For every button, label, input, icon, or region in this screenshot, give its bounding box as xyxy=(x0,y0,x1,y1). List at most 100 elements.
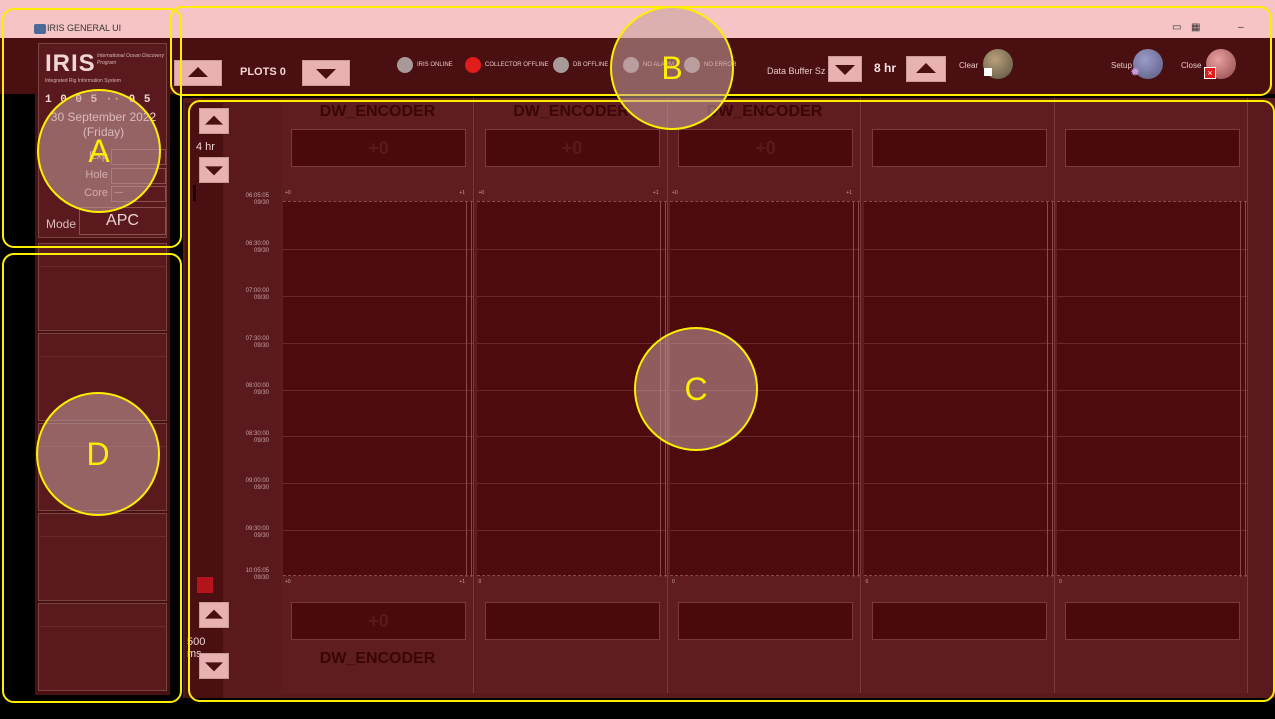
tick-date: 09/30 xyxy=(253,342,269,349)
plot-canvas[interactable] xyxy=(863,201,1054,577)
time-tick-label: 10:05:05 09/30 xyxy=(229,568,269,582)
plot-marker-line xyxy=(858,202,859,577)
grid-line xyxy=(670,436,860,438)
mode-value[interactable]: APC xyxy=(79,207,166,235)
bottom-scale-min-label: +0 xyxy=(285,579,291,585)
close-button[interactable]: × xyxy=(1204,49,1236,79)
tick-date: 09/30 xyxy=(253,485,269,491)
plot-marker-line xyxy=(1046,202,1048,577)
top-value-box: +0 xyxy=(678,129,853,167)
scrollbar[interactable] xyxy=(193,185,196,201)
field-label: Hole xyxy=(85,169,108,181)
plot-column[interactable]: DW_ENCODER +0 +0 +1 0 xyxy=(474,98,668,693)
grid-line xyxy=(670,248,860,250)
field-label: Core xyxy=(84,187,108,199)
exp-field[interactable] xyxy=(111,149,166,165)
plots-down-button[interactable] xyxy=(302,60,350,86)
status-led-icon xyxy=(684,57,700,73)
setup-button[interactable]: ✹ xyxy=(1130,49,1163,79)
time-tick-label: 07:30:00 09/30 xyxy=(229,336,269,350)
refresh-up-button[interactable] xyxy=(199,602,229,628)
grid-line xyxy=(476,342,667,344)
grid-line xyxy=(283,295,473,297)
refresh-down-button[interactable] xyxy=(199,653,229,679)
close-icon: × xyxy=(1204,67,1216,79)
tick-time: 09:30:00 xyxy=(245,525,269,532)
time-tick-label: 09:30:00 09/30 xyxy=(229,526,269,540)
widget-slot[interactable] xyxy=(38,603,167,691)
time-range-label: 4 hr xyxy=(196,141,215,153)
plots-up-button[interactable] xyxy=(174,60,222,86)
grid-line xyxy=(476,530,667,532)
buffer-down-button[interactable] xyxy=(828,56,862,82)
widget-slot[interactable] xyxy=(38,333,167,421)
plot-column[interactable]: DW_ENCODER +0 +0 +1 0 xyxy=(668,98,861,693)
data-buffer-label: Data Buffer Sz xyxy=(767,66,826,76)
restore-icon[interactable]: ▭ xyxy=(1172,22,1181,33)
up-arrow-icon xyxy=(205,115,223,125)
left-panel: IRIS International Ocean Discovery Progr… xyxy=(35,40,170,695)
time-range-down-button[interactable] xyxy=(199,157,229,183)
scale-min-label: +0 xyxy=(672,190,678,196)
plot-canvas[interactable] xyxy=(670,201,860,577)
app-icon xyxy=(34,24,46,34)
plot-column[interactable]: DW_ENCODER +0 +0 +1 +0 +1 +0 DW_ENCODER xyxy=(281,98,474,693)
widget-slot[interactable] xyxy=(38,423,167,511)
core-field[interactable]: --- xyxy=(111,186,166,202)
bottom-scale-max-label: +1 xyxy=(459,579,465,585)
down-arrow-icon xyxy=(835,65,855,75)
logo-subtitle: International Ocean Discovery Program xyxy=(97,53,164,66)
plot-marker-line xyxy=(471,202,472,577)
bottom-value-box xyxy=(871,602,1047,640)
record-indicator[interactable] xyxy=(197,577,213,593)
app-window: IRIS GENERAL UI ▭ ▦ – PLOTS 0 IRIS ONLIN… xyxy=(0,0,1275,719)
grid-line xyxy=(476,389,667,391)
bottom-scale-min-label: 0 xyxy=(1059,579,1062,585)
status-label: COLLECTOR OFFLINE xyxy=(485,62,549,68)
setup-label: Setup xyxy=(1111,61,1132,70)
scale-min-label: +0 xyxy=(285,190,291,196)
status-db: DB OFFLINE xyxy=(553,57,608,73)
time-tick-label: 08:00:00 09/30 xyxy=(229,383,269,397)
plot-canvas[interactable] xyxy=(283,201,473,577)
bottom-value-box xyxy=(678,602,853,640)
widget-slot[interactable] xyxy=(38,513,167,601)
buffer-up-button[interactable] xyxy=(906,56,946,82)
grid-line xyxy=(863,389,1054,391)
tick-date: 09/30 xyxy=(253,532,269,539)
widget-slot[interactable] xyxy=(38,243,167,331)
plot-column[interactable]: 0 xyxy=(861,98,1055,693)
grid-line xyxy=(283,342,473,344)
time-range-up-button[interactable] xyxy=(199,108,229,134)
tick-date: 09/30 xyxy=(253,437,269,444)
tick-time: 09:00:00 xyxy=(245,478,269,484)
clear-button[interactable] xyxy=(983,49,1013,79)
clear-label: Clear xyxy=(959,61,979,70)
keyboard-icon[interactable]: ▦ xyxy=(1191,22,1200,33)
field-core: Core --- xyxy=(39,186,168,202)
plot-time-controls: 4 hr 500 ms xyxy=(185,103,229,698)
bottom-scale-min-label: 0 xyxy=(478,579,482,585)
status-alarm: NO ALARM xyxy=(623,57,674,73)
grid-line xyxy=(670,530,860,532)
grid-line xyxy=(476,248,667,250)
status-led-icon xyxy=(553,57,569,73)
plot-canvas[interactable] xyxy=(476,201,667,577)
date: 30 September 2022 xyxy=(50,110,157,124)
plot-canvas[interactable] xyxy=(1057,201,1247,577)
grid-line xyxy=(670,483,860,485)
tick-date: 09/30 xyxy=(253,247,269,254)
status-led-icon xyxy=(465,57,481,73)
scale-min-label: +0 xyxy=(478,190,485,196)
minimize-button[interactable]: – xyxy=(1238,22,1244,33)
plot-column[interactable]: 0 xyxy=(1055,98,1248,693)
tick-time: 08:00:00 xyxy=(245,383,269,389)
grid-line xyxy=(1057,436,1247,438)
window-title: IRIS GENERAL UI xyxy=(47,23,122,33)
grid-line xyxy=(283,248,473,250)
plot-marker-line xyxy=(664,202,666,577)
grid-line xyxy=(476,483,667,485)
up-arrow-icon xyxy=(188,67,208,77)
hole-field[interactable] xyxy=(111,168,166,184)
mode-label: Mode xyxy=(46,217,77,231)
